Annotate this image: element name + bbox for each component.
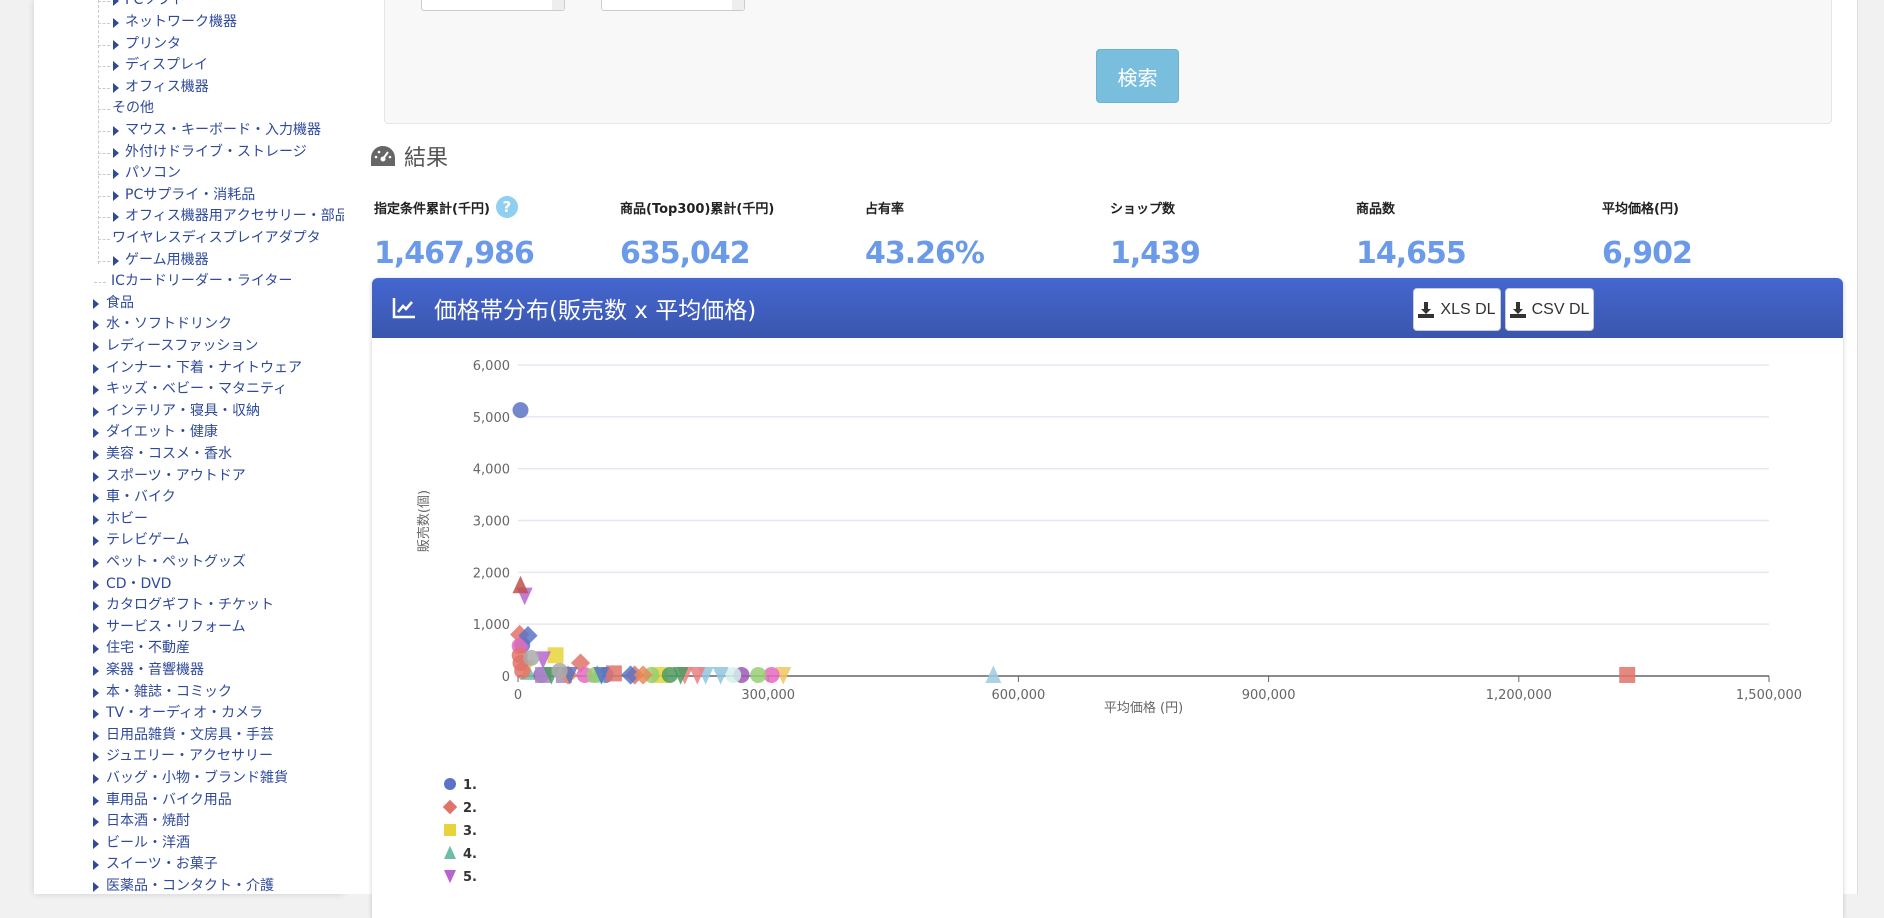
- data-point: [750, 666, 767, 683]
- legend-label: 2.: [463, 801, 477, 816]
- data-point: [551, 662, 568, 679]
- data-point: [547, 647, 564, 664]
- y-tick-label: 6,000: [473, 359, 510, 374]
- x-tick-label: 1,500,000: [1736, 688, 1802, 703]
- legend-marker: [444, 824, 456, 836]
- y-tick-label: 3,000: [473, 515, 510, 530]
- x-tick-label: 900,000: [1242, 688, 1296, 703]
- x-tick-label: 1,200,000: [1486, 688, 1552, 703]
- legend-marker: [444, 845, 456, 859]
- x-tick-label: 0: [514, 688, 522, 703]
- legend-marker: [444, 778, 456, 790]
- legend-label: 3.: [463, 824, 477, 839]
- data-point: [514, 662, 531, 679]
- x-axis-title: 平均価格 (円): [1104, 700, 1183, 716]
- data-point: [725, 666, 742, 683]
- legend-label: 1.: [463, 778, 477, 793]
- x-tick-label: 600,000: [992, 688, 1046, 703]
- page-scrollbar[interactable]: [1857, 0, 1884, 894]
- y-tick-label: 2,000: [473, 566, 510, 581]
- data-point: [512, 402, 529, 419]
- legend-label: 5.: [463, 870, 477, 885]
- y-tick-label: 0: [502, 670, 510, 685]
- data-point: [523, 649, 540, 666]
- y-tick-label: 1,000: [473, 618, 510, 633]
- data-point: [1619, 666, 1636, 683]
- y-tick-label: 5,000: [473, 411, 510, 426]
- scatter-plot: 0 1,000 2,000 3,000 4,000 5,000 6,000 0 300,000 6…: [416, 359, 1802, 885]
- x-tick-label: 300,000: [741, 688, 795, 703]
- legend-marker: [444, 870, 456, 884]
- y-axis-title: 販売数(個): [416, 490, 432, 552]
- legend-marker: [442, 799, 458, 815]
- y-tick-label: 4,000: [473, 463, 510, 478]
- data-point: [985, 665, 1002, 683]
- legend-label: 4.: [463, 847, 477, 862]
- data-point: [512, 575, 529, 594]
